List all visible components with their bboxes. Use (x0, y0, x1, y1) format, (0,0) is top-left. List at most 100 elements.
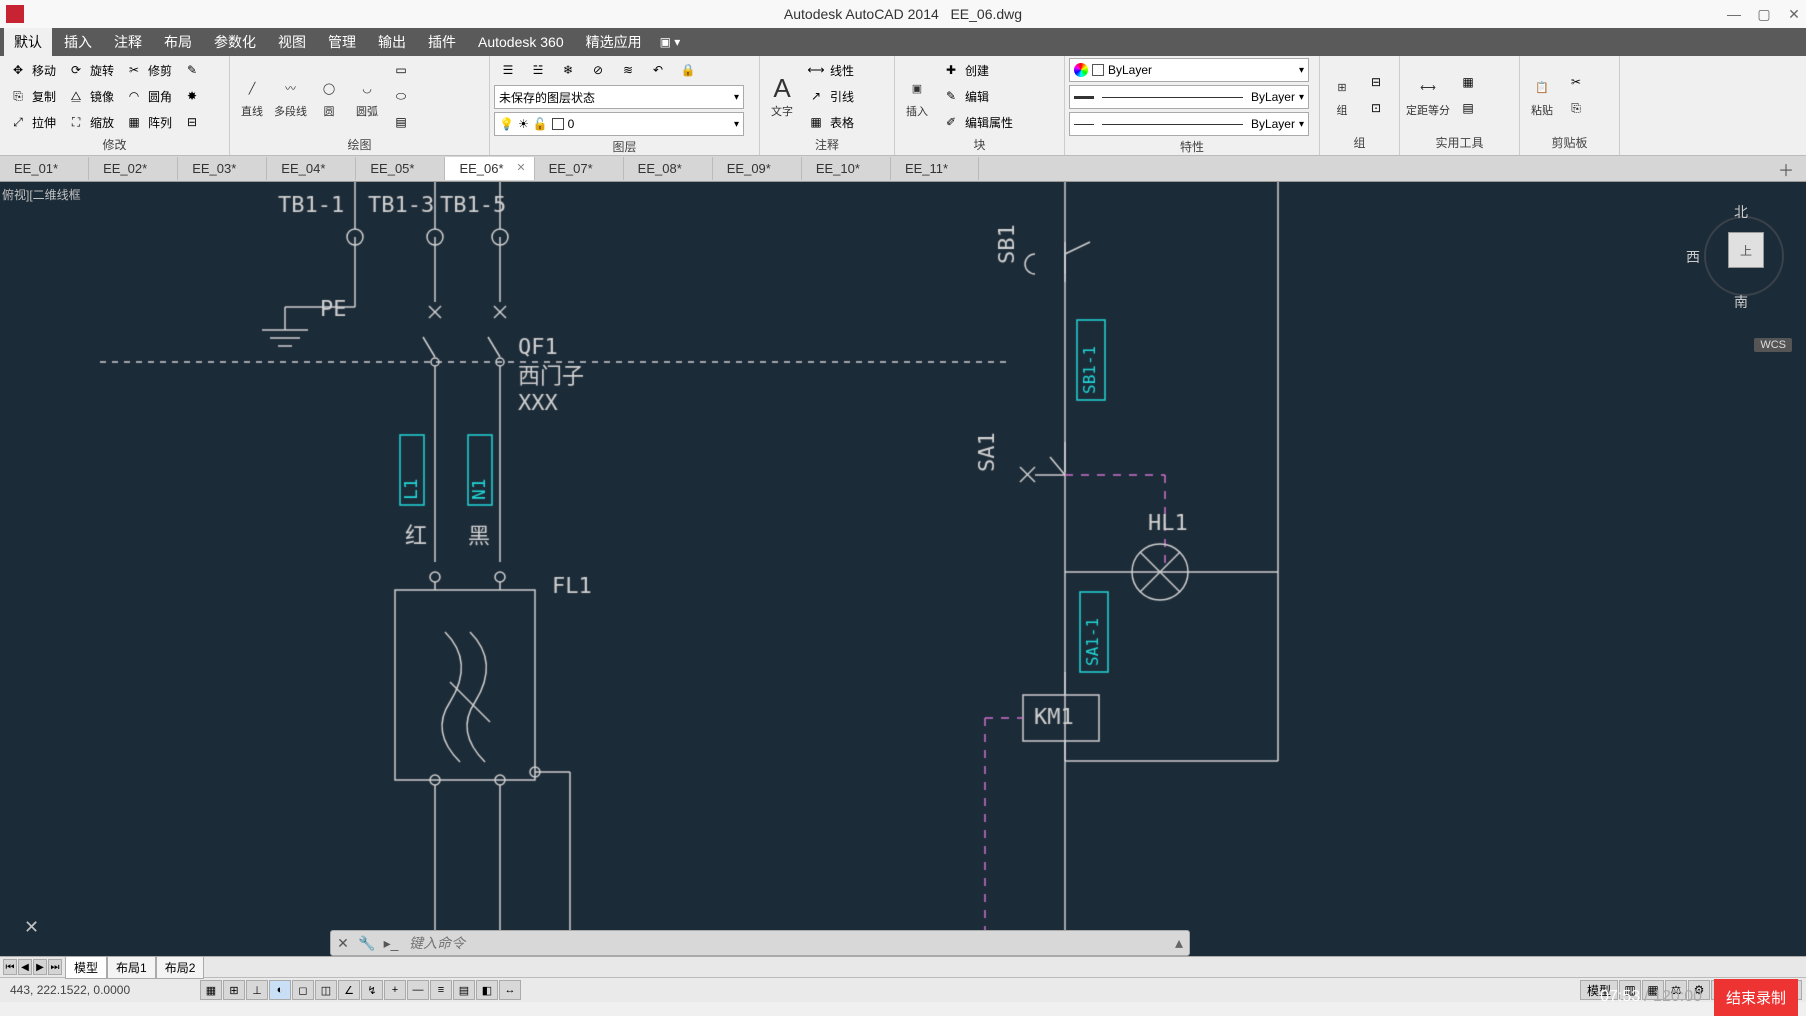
menu-tab-insert[interactable]: 插入 (54, 28, 102, 56)
text-button[interactable]: A文字 (764, 71, 800, 121)
layer-dropdown[interactable]: 💡 ☀ 🔓 0▾ (494, 112, 744, 136)
doc-tab[interactable]: EE_05* (356, 157, 445, 180)
view-cube[interactable]: 北 西 南 上 WCS (1686, 202, 1796, 352)
layer-props-button[interactable]: ☰ (494, 58, 522, 82)
doc-tab[interactable]: EE_03* (178, 157, 267, 180)
qp-toggle[interactable]: ▤ (453, 980, 475, 1000)
ortho-toggle[interactable]: ⊥ (246, 980, 268, 1000)
model-tab[interactable]: 模型 (65, 956, 107, 979)
doc-tab[interactable]: EE_11* (891, 157, 979, 180)
doc-tab[interactable]: EE_01* (0, 157, 89, 180)
ducs-toggle[interactable]: ↯ (361, 980, 383, 1000)
3dosnap-toggle[interactable]: ◫ (315, 980, 337, 1000)
doc-tab[interactable]: EE_04* (267, 157, 356, 180)
menu-tab-view[interactable]: 视图 (268, 28, 316, 56)
menu-tab-annotate[interactable]: 注释 (104, 28, 152, 56)
ellipse-button[interactable]: ⬭ (387, 84, 415, 108)
stretch-button[interactable]: ⤢拉伸 (4, 110, 60, 134)
rotate-button[interactable]: ⟳旋转 (62, 58, 118, 82)
group-edit-button[interactable]: ⊡ (1362, 96, 1390, 120)
tab-last-button[interactable]: ⏭ (48, 959, 62, 975)
cube-south[interactable]: 南 (1734, 292, 1748, 312)
layer-off-button[interactable]: ⊘ (584, 58, 612, 82)
measure-button[interactable]: ⟷定距等分 (1404, 70, 1452, 120)
layer-state-dropdown[interactable]: 未保存的图层状态▾ (494, 85, 744, 109)
mirror-button[interactable]: ⧋镜像 (62, 84, 118, 108)
doc-tab[interactable]: EE_09* (713, 157, 802, 180)
tpy-toggle[interactable]: ≡ (430, 980, 452, 1000)
offset-button[interactable]: ⊟ (178, 110, 206, 134)
new-tab-button[interactable]: ＋ (1778, 157, 1794, 181)
layout1-tab[interactable]: 布局1 (107, 956, 156, 979)
linetype-dropdown[interactable]: ByLayer▾ (1069, 112, 1309, 136)
doc-tab[interactable]: EE_07* (535, 157, 624, 180)
arc-button[interactable]: ◡圆弧 (349, 71, 385, 121)
drawing-canvas[interactable] (0, 182, 1806, 956)
tab-next-button[interactable]: ▶ (33, 959, 47, 975)
leader-button[interactable]: ↗引线 (802, 84, 858, 108)
fillet-button[interactable]: ◠圆角 (120, 84, 176, 108)
am-toggle[interactable]: ↔ (499, 980, 521, 1000)
wcs-label[interactable]: WCS (1754, 338, 1792, 352)
util-2-button[interactable]: ▤ (1454, 96, 1482, 120)
layer-freeze-button[interactable]: ❄ (554, 58, 582, 82)
close-button[interactable]: ✕ (1786, 6, 1802, 22)
menu-tab-featured[interactable]: 精选应用 (576, 28, 652, 56)
menu-tab-plugins[interactable]: 插件 (418, 28, 466, 56)
dyn-toggle[interactable]: + (384, 980, 406, 1000)
line-button[interactable]: ╱直线 (234, 71, 270, 121)
copy-button[interactable]: ⎘复制 (4, 84, 60, 108)
drawing-area[interactable]: 俯视][二维线框 北 西 南 上 WCS ✕ ✕ 🔧 ▸_ ▴ (0, 182, 1806, 956)
lwt-toggle[interactable]: — (407, 980, 429, 1000)
cmdline-options-button[interactable]: 🔧 (355, 935, 379, 952)
ungroup-button[interactable]: ⊟ (1362, 70, 1390, 94)
menu-tab-layout[interactable]: 布局 (154, 28, 202, 56)
ribbon-visibility-toggle[interactable]: ▣ ▾ (660, 35, 681, 49)
stop-recording-button[interactable]: 结束录制 (1714, 979, 1798, 1016)
layer-iso-button[interactable]: ☱ (524, 58, 552, 82)
insert-block-button[interactable]: ▣插入 (899, 71, 935, 121)
polar-toggle[interactable]: ◐ (269, 980, 291, 1000)
snap-toggle[interactable]: ▦ (200, 980, 222, 1000)
menu-tab-a360[interactable]: Autodesk 360 (468, 30, 574, 54)
minimize-button[interactable]: — (1726, 6, 1742, 22)
doc-tab[interactable]: EE_02* (89, 157, 178, 180)
lineweight-dropdown[interactable]: ByLayer▾ (1069, 85, 1309, 109)
move-button[interactable]: ✥移动 (4, 58, 60, 82)
close-cmdline-button[interactable]: ✕ (331, 935, 355, 952)
rectangle-button[interactable]: ▭ (387, 58, 415, 82)
edit-block-button[interactable]: ✎编辑 (937, 84, 1017, 108)
edit-attr-button[interactable]: ✐编辑属性 (937, 110, 1017, 134)
layer-match-button[interactable]: ≋ (614, 58, 642, 82)
doc-tab[interactable]: EE_10* (802, 157, 891, 180)
scale-button[interactable]: ⛶缩放 (62, 110, 118, 134)
doc-tab[interactable]: EE_06*✕ (445, 157, 534, 180)
cube-north[interactable]: 北 (1734, 202, 1748, 222)
circle-button[interactable]: ◯圆 (311, 71, 347, 121)
cut-button[interactable]: ✂ (1562, 70, 1590, 94)
menu-tab-output[interactable]: 输出 (368, 28, 416, 56)
polyline-button[interactable]: 〰多段线 (272, 71, 309, 121)
table-button[interactable]: ▦表格 (802, 110, 858, 134)
maximize-button[interactable]: ▢ (1756, 6, 1772, 22)
menu-tab-default[interactable]: 默认 (4, 28, 52, 56)
cmdline-history-button[interactable]: ▴ (1169, 933, 1189, 953)
color-dropdown[interactable]: ByLayer▾ (1069, 58, 1309, 82)
explode-button[interactable]: ✸ (178, 84, 206, 108)
sc-toggle[interactable]: ◧ (476, 980, 498, 1000)
layer-prev-button[interactable]: ↶ (644, 58, 672, 82)
layout2-tab[interactable]: 布局2 (156, 956, 205, 979)
copy-clip-button[interactable]: ⎘ (1562, 96, 1590, 120)
layer-lock-button[interactable]: 🔒 (674, 58, 702, 82)
linear-dim-button[interactable]: ⟷线性 (802, 58, 858, 82)
erase-button[interactable]: ✎ (178, 58, 206, 82)
trim-button[interactable]: ✂修剪 (120, 58, 176, 82)
hatch-button[interactable]: ▤ (387, 110, 415, 134)
grid-toggle[interactable]: ⊞ (223, 980, 245, 1000)
command-input[interactable] (403, 935, 1169, 951)
paste-button[interactable]: 📋粘贴 (1524, 70, 1560, 120)
create-block-button[interactable]: ✚创建 (937, 58, 1017, 82)
util-1-button[interactable]: ▦ (1454, 70, 1482, 94)
tab-prev-button[interactable]: ◀ (18, 959, 32, 975)
doc-tab[interactable]: EE_08* (624, 157, 713, 180)
